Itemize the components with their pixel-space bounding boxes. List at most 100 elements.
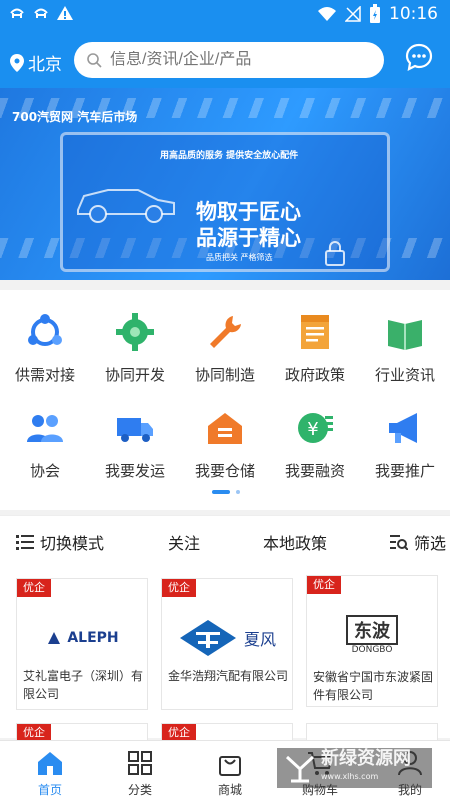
filter-label: 筛选 [414,534,447,553]
app-notification-icon [10,8,24,18]
network-icon [28,314,62,346]
wifi-icon [318,7,336,21]
location-pin-icon [10,53,24,72]
feature-label: 协同制造 [194,366,255,384]
group-icon [27,415,63,442]
tab-follow[interactable]: 关注 [168,530,200,554]
banner-slogan-line2: 品源于精心 [196,226,301,250]
gear-icon [116,313,154,351]
feature-co-development[interactable]: 协同开发 [90,312,180,385]
tab-follow-label: 关注 [168,534,201,553]
watermark-url: www.xlhs.com [321,772,379,781]
switch-mode-button[interactable]: 切换模式 [16,530,104,554]
message-icon[interactable] [404,42,434,72]
tab-local-policy-label: 本地政策 [263,534,328,553]
watermark-text-group: 新绿资源网 www.xlhs.com [321,750,411,786]
filter-button[interactable]: 筛选 [390,530,446,554]
feature-label: 供需对接 [14,366,75,384]
company-card[interactable]: 优企 [161,723,293,742]
car-illustration-icon [77,189,175,223]
tab-mall[interactable]: 商城 [200,749,260,798]
status-notifications [8,4,74,22]
filter-search-icon [390,535,408,550]
feature-co-manufacturing[interactable]: 协同制造 [180,312,270,385]
company-card[interactable]: 优企 夏风 金华浩翔汽配有限公司 [161,578,293,710]
app-notification-icon [34,8,48,18]
feature-supply-demand[interactable]: 供需对接 [0,312,90,385]
company-card[interactable]: 优企 东波 DONGBO 安徽省宁国市东波紧固件有限公司 [306,575,438,707]
company-card[interactable] [306,723,438,741]
no-signal-icon [345,6,361,22]
watermark-text: 新绿资源网 [321,748,411,769]
search-icon [87,53,102,68]
banner-tagline: 用高品质的服务 提供安全放心配件 [160,151,299,161]
page-indicator [212,490,240,494]
filter-bar: 切换模式 关注 本地政策 筛选 [0,515,450,563]
watermark: 新绿资源网 www.xlhs.com [277,748,432,788]
company-list: 优企 ALEPH 艾礼富电子（深圳）有限公司 优企 夏风 金华浩翔汽配有限公司 … [0,563,450,742]
feature-shipping[interactable]: 我要发运 [90,408,180,481]
company-name: 金华浩翔汽配有限公司 [168,669,289,683]
switch-mode-label: 切换模式 [40,534,105,553]
document-icon [301,315,329,349]
feature-label: 我要推广 [374,462,435,480]
book-icon [388,320,422,350]
company-logo: ALEPH [27,603,137,673]
feature-label: 我要发运 [104,462,165,480]
logo-text: 夏风 [243,630,276,649]
top-header: 10:16 北京 [0,0,450,88]
shopping-bag-icon [219,756,241,776]
feature-grid: 供需对接 协同开发 协同制造 政府政策 行业资讯 协会 我要发运 我要仓储 ¥ … [0,290,450,510]
company-name: 艾礼富电子（深圳）有限公司 [23,669,144,701]
feature-label: 我要融资 [284,462,345,480]
megaphone-icon [389,413,417,443]
battery-icon [370,4,380,23]
wrench-icon [210,316,241,348]
location-selector[interactable]: 北京 [10,50,62,75]
feature-warehousing[interactable]: 我要仓储 [180,408,270,481]
company-card[interactable]: 优企 [16,723,148,742]
feature-label: 政府政策 [284,366,345,384]
page-dot-active [212,490,230,494]
company-name: 安徽省宁国市东波紧固件有限公司 [313,670,434,702]
feature-gov-policy[interactable]: 政府政策 [270,312,360,385]
watermark-logo-icon [285,755,315,783]
search-input[interactable] [110,51,370,69]
feature-promotion[interactable]: 我要推广 [360,408,450,481]
tab-label: 商城 [217,783,242,797]
banner-subtitle: 品质把关 严格筛选 [206,253,273,262]
feature-industry-news[interactable]: 行业资讯 [360,312,450,385]
tab-category[interactable]: 分类 [110,749,170,798]
premium-badge: 优企 [162,579,196,597]
premium-badge: 优企 [17,579,51,597]
company-logo: 东波 DONGBO [317,600,427,670]
feature-financing[interactable]: ¥ 我要融资 [270,408,360,481]
search-bar[interactable] [74,42,384,78]
feature-label: 协会 [29,462,60,480]
list-icon [16,535,34,550]
feature-association[interactable]: 协会 [0,408,90,481]
promo-banner[interactable]: 700汽贸网 汽车后市场 用高品质的服务 提供安全放心配件 物取于匠心 品源于精… [0,88,450,280]
tab-label: 首页 [37,783,62,797]
lock-icon [325,241,345,266]
tab-local-policy[interactable]: 本地政策 [263,530,327,554]
truck-icon [117,418,153,442]
feature-label: 行业资讯 [374,366,435,384]
status-time: 10:16 [389,4,438,24]
feature-label: 协同开发 [104,366,165,384]
banner-brand: 700汽贸网 汽车后市场 [12,110,138,124]
warehouse-icon [208,413,242,444]
logo-text: 东波 [346,615,398,645]
company-logo: 夏风 [172,603,282,673]
svg-text:¥: ¥ [307,419,318,440]
tab-home[interactable]: 首页 [20,749,80,798]
logo-text: ALEPH [67,630,119,646]
yuan-icon: ¥ [298,413,333,443]
company-card[interactable]: 优企 ALEPH 艾礼富电子（深圳）有限公司 [16,578,148,710]
tab-label: 分类 [127,783,152,797]
status-bar: 10:16 [0,0,450,28]
premium-badge: 优企 [307,576,341,594]
grid-icon [128,751,152,775]
page-dot [236,490,240,494]
warning-icon [57,6,73,20]
